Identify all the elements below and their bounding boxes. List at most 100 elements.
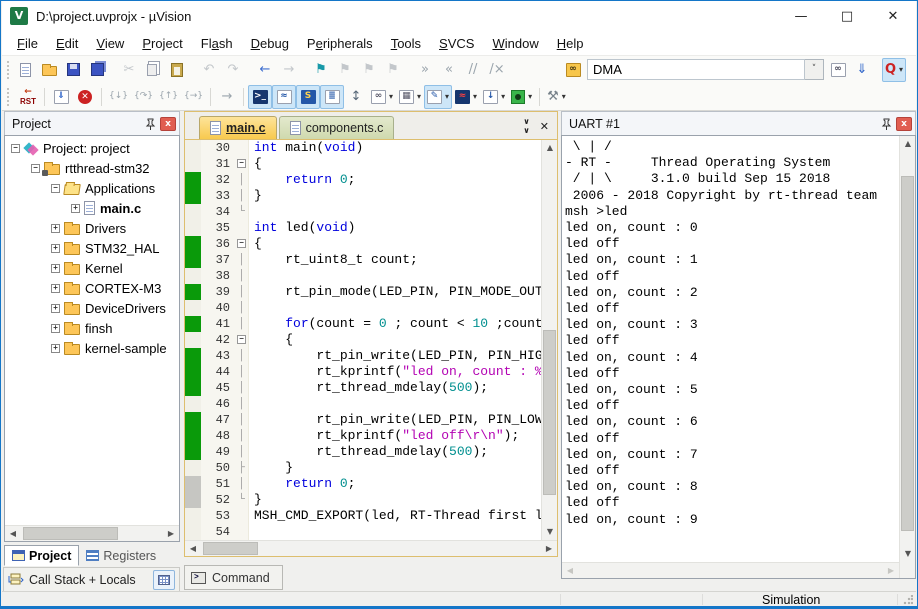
tree-item-main-c[interactable]: +main.c xyxy=(5,198,179,218)
uncomment-button[interactable]: /× xyxy=(485,58,509,82)
trace-window-button[interactable]: ↓▾ xyxy=(480,85,508,109)
dropdown-caret-icon[interactable]: ▾ xyxy=(501,92,505,101)
memory-window-button[interactable] xyxy=(153,570,175,590)
editor-tab-main-c[interactable]: main.c xyxy=(199,116,277,139)
debug-toolbox-button[interactable]: ⚒▾ xyxy=(544,85,569,109)
expand-icon[interactable]: + xyxy=(51,304,60,313)
bookmark-next-button[interactable]: ⚑ xyxy=(333,58,357,82)
dropdown-caret-icon[interactable]: ▾ xyxy=(562,92,566,101)
uart-vertical-scrollbar[interactable]: ▲ ▼ xyxy=(899,136,915,578)
show-next-statement-button[interactable]: → xyxy=(215,85,239,109)
fold-collapse-icon[interactable]: − xyxy=(235,236,248,252)
stop-button[interactable]: ✕ xyxy=(73,85,97,109)
project-horizontal-scrollbar[interactable]: ◀ ▶ xyxy=(5,525,179,541)
editor-horizontal-scrollbar[interactable]: ◀ ▶ xyxy=(185,540,557,556)
dropdown-caret-icon[interactable]: ▾ xyxy=(899,65,903,74)
menu-tools[interactable]: Tools xyxy=(382,33,430,54)
editor-vertical-scrollbar[interactable]: ▲ ▼ xyxy=(541,140,557,540)
code-line-50[interactable]: 50├ } xyxy=(185,460,541,476)
expand-icon[interactable]: + xyxy=(51,244,60,253)
scroll-left-icon[interactable]: ◀ xyxy=(185,541,201,557)
code-line-44[interactable]: 44│ rt_kprintf("led on, count : %d\r\n",… xyxy=(185,364,541,380)
new-file-button[interactable] xyxy=(13,58,37,82)
code-line-51[interactable]: 51│ return 0; xyxy=(185,476,541,492)
menu-view[interactable]: View xyxy=(87,33,133,54)
command-window-button[interactable]: >_ xyxy=(248,85,272,109)
expand-icon[interactable]: + xyxy=(51,284,60,293)
save-all-button[interactable] xyxy=(85,58,109,82)
fold-collapse-icon[interactable]: − xyxy=(235,156,248,172)
tree-item-kernel-sample[interactable]: +kernel-sample xyxy=(5,338,179,358)
dropdown-caret-icon[interactable]: ▾ xyxy=(528,92,532,101)
scroll-right-icon[interactable]: ▶ xyxy=(883,563,899,579)
navigate-forward-button[interactable]: → xyxy=(277,58,301,82)
scroll-left-icon[interactable]: ◀ xyxy=(5,526,21,542)
expand-icon[interactable]: + xyxy=(51,324,60,333)
symbol-window-button[interactable]: S xyxy=(296,85,320,109)
bookmark-toggle-button[interactable]: ⚑ xyxy=(309,58,333,82)
tree-item-finsh[interactable]: +finsh xyxy=(5,318,179,338)
menu-window[interactable]: Window xyxy=(483,33,547,54)
code-line-38[interactable]: 38│ xyxy=(185,268,541,284)
tree-item-devicedrivers[interactable]: +DeviceDrivers xyxy=(5,298,179,318)
menu-project[interactable]: Project xyxy=(133,33,191,54)
search-combo[interactable]: DMA˅ xyxy=(587,59,824,80)
uart-console-text[interactable]: \ | /- RT - Thread Operating System / | … xyxy=(562,136,899,578)
code-line-52[interactable]: 52└} xyxy=(185,492,541,508)
close-document-icon[interactable]: ✕ xyxy=(540,120,549,133)
command-window-tab[interactable]: > Command xyxy=(184,565,283,590)
minimize-button[interactable]: — xyxy=(778,1,824,31)
incremental-find-button[interactable]: ⇓ xyxy=(850,58,874,82)
code-editor[interactable]: 30int main(void)31−{32│ return 0;33│}34└… xyxy=(185,140,541,540)
tree-item-stm32-hal[interactable]: +STM32_HAL xyxy=(5,238,179,258)
dropdown-caret-icon[interactable]: ▾ xyxy=(417,92,421,101)
undo-button[interactable]: ↶ xyxy=(197,58,221,82)
call-stack-bar[interactable]: Call Stack + Locals xyxy=(3,567,180,592)
tree-item-cortex-m3[interactable]: +CORTEX-M3 xyxy=(5,278,179,298)
search-input[interactable]: DMA xyxy=(587,59,805,80)
tab-registers[interactable]: Registers xyxy=(79,545,163,566)
expand-icon[interactable]: + xyxy=(51,344,60,353)
registers-window-button[interactable]: ≣ xyxy=(320,85,344,109)
scroll-right-icon[interactable]: ▶ xyxy=(541,541,557,557)
find-in-files-button[interactable]: ∞ xyxy=(561,58,585,82)
dropdown-caret-icon[interactable]: ▾ xyxy=(445,92,449,101)
code-line-43[interactable]: 43│ rt_pin_write(LED_PIN, PIN_HIGH); xyxy=(185,348,541,364)
save-button[interactable] xyxy=(61,58,85,82)
expand-icon[interactable]: + xyxy=(71,204,80,213)
window-list-icon[interactable]: ∨∨ xyxy=(523,117,530,135)
code-line-42[interactable]: 42− { xyxy=(185,332,541,348)
tab-project[interactable]: Project xyxy=(4,545,79,566)
pin-icon[interactable] xyxy=(143,117,157,131)
code-line-41[interactable]: 41│ for(count = 0 ; count < 10 ;count ++… xyxy=(185,316,541,332)
code-line-33[interactable]: 33│} xyxy=(185,188,541,204)
quick-find-button[interactable]: Q▾ xyxy=(882,58,906,82)
pin-icon[interactable] xyxy=(879,117,893,131)
code-line-54[interactable]: 54 xyxy=(185,524,541,540)
expand-icon[interactable]: + xyxy=(51,224,60,233)
collapse-icon[interactable]: − xyxy=(31,164,40,173)
tree-item-kernel[interactable]: +Kernel xyxy=(5,258,179,278)
code-line-35[interactable]: 35int led(void) xyxy=(185,220,541,236)
system-viewer-button[interactable]: ▾ xyxy=(508,85,535,109)
open-file-button[interactable] xyxy=(37,58,61,82)
dropdown-caret-icon[interactable]: ▾ xyxy=(473,92,477,101)
code-line-39[interactable]: 39│ rt_pin_mode(LED_PIN, PIN_MODE_OUTPUT… xyxy=(185,284,541,300)
code-line-31[interactable]: 31−{ xyxy=(185,156,541,172)
code-line-34[interactable]: 34└ xyxy=(185,204,541,220)
scroll-up-icon[interactable]: ▲ xyxy=(900,136,916,152)
code-line-49[interactable]: 49│ rt_thread_mdelay(500); xyxy=(185,444,541,460)
paste-button[interactable] xyxy=(165,58,189,82)
menu-debug[interactable]: Debug xyxy=(242,33,298,54)
close-button[interactable]: ✕ xyxy=(870,1,916,31)
combo-dropdown-icon[interactable]: ˅ xyxy=(805,59,824,80)
code-line-46[interactable]: 46│ xyxy=(185,396,541,412)
run-button[interactable]: ⇓ xyxy=(49,85,73,109)
menu-edit[interactable]: Edit xyxy=(47,33,87,54)
step-over-button[interactable]: {↷} xyxy=(131,85,156,109)
code-line-48[interactable]: 48│ rt_kprintf("led off\r\n"); xyxy=(185,428,541,444)
tree-item-applications[interactable]: −Applications xyxy=(5,178,179,198)
code-line-36[interactable]: 36−{ xyxy=(185,236,541,252)
menu-peripherals[interactable]: Peripherals xyxy=(298,33,382,54)
collapse-icon[interactable]: − xyxy=(51,184,60,193)
